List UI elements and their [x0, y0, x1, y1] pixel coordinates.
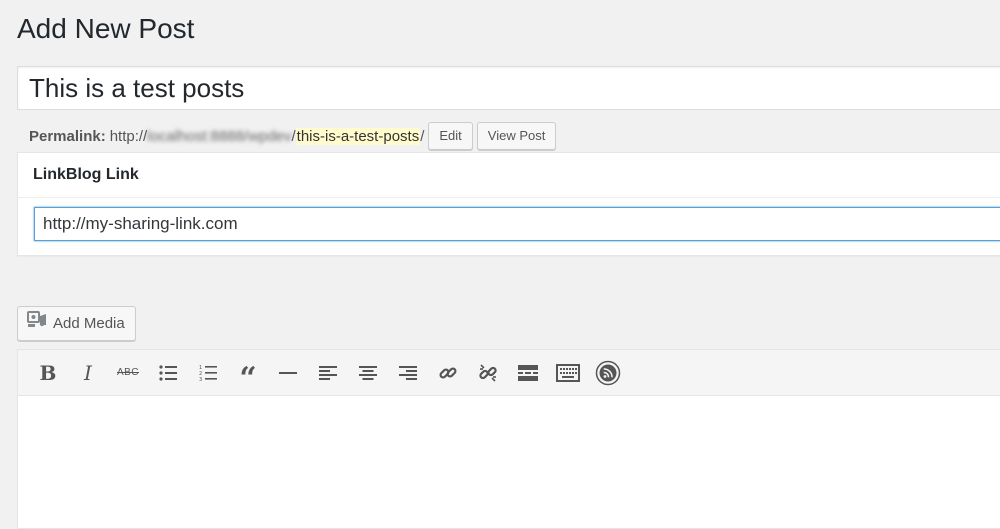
toolbar-toggle-icon[interactable] — [548, 356, 588, 390]
permalink-suffix: / — [420, 127, 425, 145]
add-media-icon — [27, 307, 47, 340]
numbered-list-icon[interactable]: 123 — [188, 356, 228, 390]
permalink-row: Permalink: http:// localhost:8888/wpdev … — [29, 121, 557, 151]
read-more-icon[interactable] — [508, 356, 548, 390]
svg-text:3: 3 — [199, 377, 202, 382]
horizontal-line-icon[interactable] — [268, 356, 308, 390]
bulleted-list-icon[interactable] — [148, 356, 188, 390]
linkblog-metabox: LinkBlog Link — [17, 152, 1000, 256]
rss-icon[interactable] — [588, 356, 628, 390]
post-title-input[interactable] — [17, 66, 1000, 110]
linkblog-metabox-header[interactable]: LinkBlog Link — [18, 153, 1000, 198]
align-right-icon[interactable] — [388, 356, 428, 390]
content-editor: B I ABC 123 “ — [17, 349, 1000, 529]
align-left-icon[interactable] — [308, 356, 348, 390]
bold-icon[interactable]: B — [28, 356, 68, 390]
add-media-label: Add Media — [53, 315, 125, 332]
page-title: Add New Post — [17, 13, 195, 44]
align-center-icon[interactable] — [348, 356, 388, 390]
add-media-button[interactable]: Add Media — [17, 306, 136, 341]
view-post-button[interactable]: View Post — [476, 122, 557, 150]
strikethrough-icon[interactable]: ABC — [108, 356, 148, 390]
permalink-label: Permalink: — [29, 127, 106, 145]
remove-link-icon[interactable] — [468, 356, 508, 390]
edit-permalink-button[interactable]: Edit — [428, 122, 473, 150]
linkblog-link-input[interactable] — [34, 207, 1000, 241]
permalink-host-blurred: localhost:8888/wpdev — [147, 127, 292, 145]
blockquote-icon[interactable]: “ — [228, 356, 268, 393]
italic-icon[interactable]: I — [68, 356, 108, 390]
permalink-prefix: http:// — [109, 127, 148, 145]
permalink-slug[interactable]: this-is-a-test-posts — [295, 127, 421, 145]
editor-toolbar: B I ABC 123 “ — [18, 350, 1000, 396]
insert-link-icon[interactable] — [428, 356, 468, 390]
